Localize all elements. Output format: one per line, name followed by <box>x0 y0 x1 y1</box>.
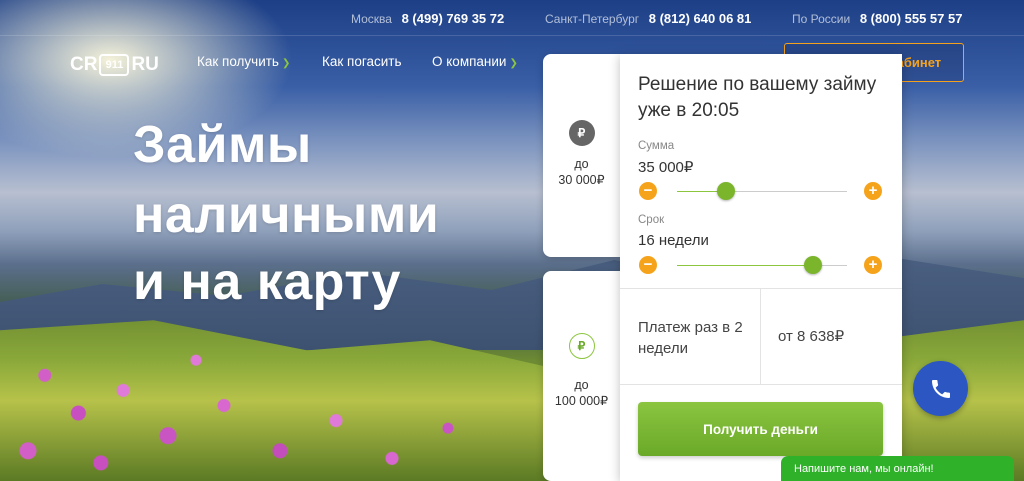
amount-decrease-button[interactable]: − <box>639 182 657 200</box>
divider <box>620 384 902 385</box>
logo-text-right: RU <box>131 54 159 75</box>
divider <box>620 288 902 289</box>
phone-city: По России <box>792 12 851 26</box>
nav-item-about[interactable]: О компании ❯ <box>432 54 518 69</box>
phone-city: Москва <box>351 12 392 26</box>
nav-item-how-to-repay[interactable]: Как погасить <box>322 54 402 69</box>
loan-option-30000[interactable]: ₽ до 30 000₽ <box>543 54 620 257</box>
payment-amount: от 8 638₽ <box>778 328 845 345</box>
background-flowers <box>0 330 560 481</box>
call-button[interactable] <box>913 361 968 416</box>
ruble-stack-icon: ₽ <box>568 333 595 359</box>
term-slider-handle[interactable] <box>804 256 822 274</box>
divider <box>760 288 761 384</box>
payment-frequency-label: Платеж раз в 2 недели <box>638 319 743 357</box>
logo-mark: 911 <box>99 54 130 76</box>
logo-text-left: CR <box>70 54 98 75</box>
get-money-button[interactable]: Получить деньги <box>638 402 883 456</box>
phone-number[interactable]: 8 (499) 769 35 72 <box>402 11 505 26</box>
phone-icon <box>931 379 950 398</box>
nav-item-how-to-get[interactable]: Как получить ❯ <box>197 54 290 69</box>
loan-option-100000[interactable]: ₽ до 100 000₽ <box>543 271 620 481</box>
site-logo[interactable]: CR 911 RU <box>70 48 168 82</box>
chevron-down-icon: ❯ <box>509 58 518 69</box>
phone-spb[interactable]: Санкт-Петербург 8 (812) 640 06 81 <box>545 11 751 26</box>
calculator-title: Решение по вашему займу уже в 20:05 <box>638 74 877 121</box>
term-slider-fill <box>677 265 813 266</box>
loan-option-prefix: до <box>574 378 589 392</box>
phone-city: Санкт-Петербург <box>545 12 640 26</box>
phone-number[interactable]: 8 (812) 640 06 81 <box>649 11 752 26</box>
phone-russia[interactable]: По России 8 (800) 555 57 57 <box>792 11 962 26</box>
loan-option-prefix: до <box>574 157 589 171</box>
term-label: Срок <box>638 214 665 226</box>
phone-number[interactable]: 8 (800) 555 57 57 <box>860 11 963 26</box>
loan-option-label: до 30 000₽ <box>543 156 620 188</box>
loan-calculator: Решение по вашему займу уже в 20:05 Сумм… <box>620 54 902 481</box>
term-increase-button[interactable]: + <box>864 256 882 274</box>
amount-value: 35 000₽ <box>638 159 694 176</box>
nav-item-label: О компании <box>432 54 507 69</box>
online-chat-bar[interactable]: Напишите нам, мы онлайн! <box>781 456 1014 481</box>
amount-increase-button[interactable]: + <box>864 182 882 200</box>
phone-moscow[interactable]: Москва 8 (499) 769 35 72 <box>351 11 504 26</box>
nav-item-label: Как получить <box>197 54 279 69</box>
loan-option-amount: 30 000₽ <box>558 173 605 187</box>
term-value: 16 недели <box>638 232 709 249</box>
loan-option-label: до 100 000₽ <box>543 377 620 409</box>
ruble-icon: ₽ <box>568 120 595 146</box>
nav-item-label: Как погасить <box>322 54 402 69</box>
chevron-down-icon: ❯ <box>281 58 291 69</box>
amount-slider-track[interactable] <box>677 191 847 192</box>
loan-option-amount: 100 000₽ <box>554 394 609 408</box>
hero-title-line-1: Займы <box>133 116 312 174</box>
top-bar: Москва 8 (499) 769 35 72 Санкт-Петербург… <box>0 0 1024 36</box>
term-decrease-button[interactable]: − <box>639 256 657 274</box>
amount-slider-handle[interactable] <box>717 182 736 200</box>
amount-label: Сумма <box>638 140 675 152</box>
hero-title-line-2: наличными <box>133 186 440 244</box>
hero-title-line-3: и на карту <box>133 253 401 311</box>
